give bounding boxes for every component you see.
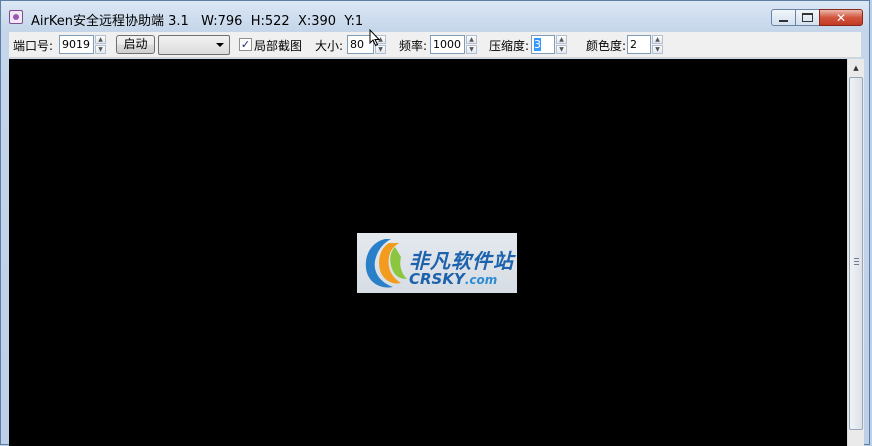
color-depth-label: 颜色度: — [586, 39, 627, 53]
checkmark-icon: ✓ — [240, 38, 251, 51]
compression-input[interactable]: 3 — [531, 35, 555, 54]
spin-down-icon[interactable]: ▼ — [556, 45, 567, 54]
mode-combobox[interactable] — [158, 35, 230, 55]
close-icon: ✕ — [835, 10, 847, 25]
remote-screen-view[interactable]: 非凡软件站 CRSKY.com — [9, 59, 847, 446]
spin-down-icon[interactable]: ▼ — [466, 45, 477, 54]
scroll-up-icon[interactable]: ▲ — [848, 59, 864, 76]
window-title: AirKen安全远程协助端 3.1 W:796 H:522 X:390 Y:1 — [31, 14, 364, 29]
spin-up-icon[interactable]: ▲ — [95, 35, 106, 44]
color-depth-spinner[interactable]: ▲ ▼ — [652, 35, 663, 54]
app-icon[interactable] — [9, 10, 23, 24]
spin-down-icon[interactable]: ▼ — [95, 45, 106, 54]
app-window: AirKen安全远程协助端 3.1 W:796 H:522 X:390 Y:1 … — [0, 0, 870, 446]
maximize-button[interactable] — [795, 9, 820, 26]
start-button[interactable]: 启动 — [116, 35, 155, 54]
spin-up-icon[interactable]: ▲ — [556, 35, 567, 44]
frequency-input[interactable]: 1000 — [430, 35, 465, 54]
window-controls: ✕ — [771, 9, 863, 28]
close-button[interactable]: ✕ — [819, 9, 863, 26]
maximize-icon — [802, 13, 813, 22]
title-bar[interactable]: AirKen安全远程协助端 3.1 W:796 H:522 X:390 Y:1 … — [1, 1, 869, 31]
scroll-grip-icon — [854, 258, 859, 265]
minimize-button[interactable] — [771, 9, 796, 26]
frequency-label: 频率: — [399, 39, 428, 53]
watermark-english-text: CRSKY.com — [409, 270, 497, 288]
size-label: 大小: — [315, 39, 344, 53]
compression-label: 压缩度: — [489, 39, 530, 53]
spin-down-icon[interactable]: ▼ — [652, 45, 663, 54]
spin-up-icon[interactable]: ▲ — [652, 35, 663, 44]
vertical-scrollbar[interactable]: ▲ — [847, 59, 864, 446]
scrollbar-thumb[interactable] — [849, 77, 863, 430]
crsky-watermark: 非凡软件站 CRSKY.com — [357, 233, 517, 293]
crsky-logo-icon — [365, 239, 407, 288]
dropdown-arrow-icon — [216, 43, 224, 47]
compression-value: 3 — [534, 38, 541, 51]
partial-capture-checkbox[interactable]: ✓ — [239, 38, 252, 51]
watermark-dotcom: .com — [464, 273, 498, 287]
toolbar: 端口号: 9019 ▲ ▼ 启动 ✓ 局部截图 大小: 80 ▲ ▼ 频率: 100… — [9, 32, 861, 58]
color-depth-input[interactable]: 2 — [627, 35, 651, 54]
mouse-cursor-icon — [369, 29, 381, 47]
port-label: 端口号: — [13, 39, 54, 53]
compression-spinner[interactable]: ▲ ▼ — [556, 35, 567, 54]
port-input[interactable]: 9019 — [59, 35, 94, 54]
port-spinner[interactable]: ▲ ▼ — [95, 35, 106, 54]
partial-capture-label[interactable]: 局部截图 — [254, 37, 302, 54]
spin-up-icon[interactable]: ▲ — [466, 35, 477, 44]
watermark-brand: CRSKY — [409, 270, 465, 288]
frequency-spinner[interactable]: ▲ ▼ — [466, 35, 477, 54]
minimize-icon — [779, 19, 788, 22]
